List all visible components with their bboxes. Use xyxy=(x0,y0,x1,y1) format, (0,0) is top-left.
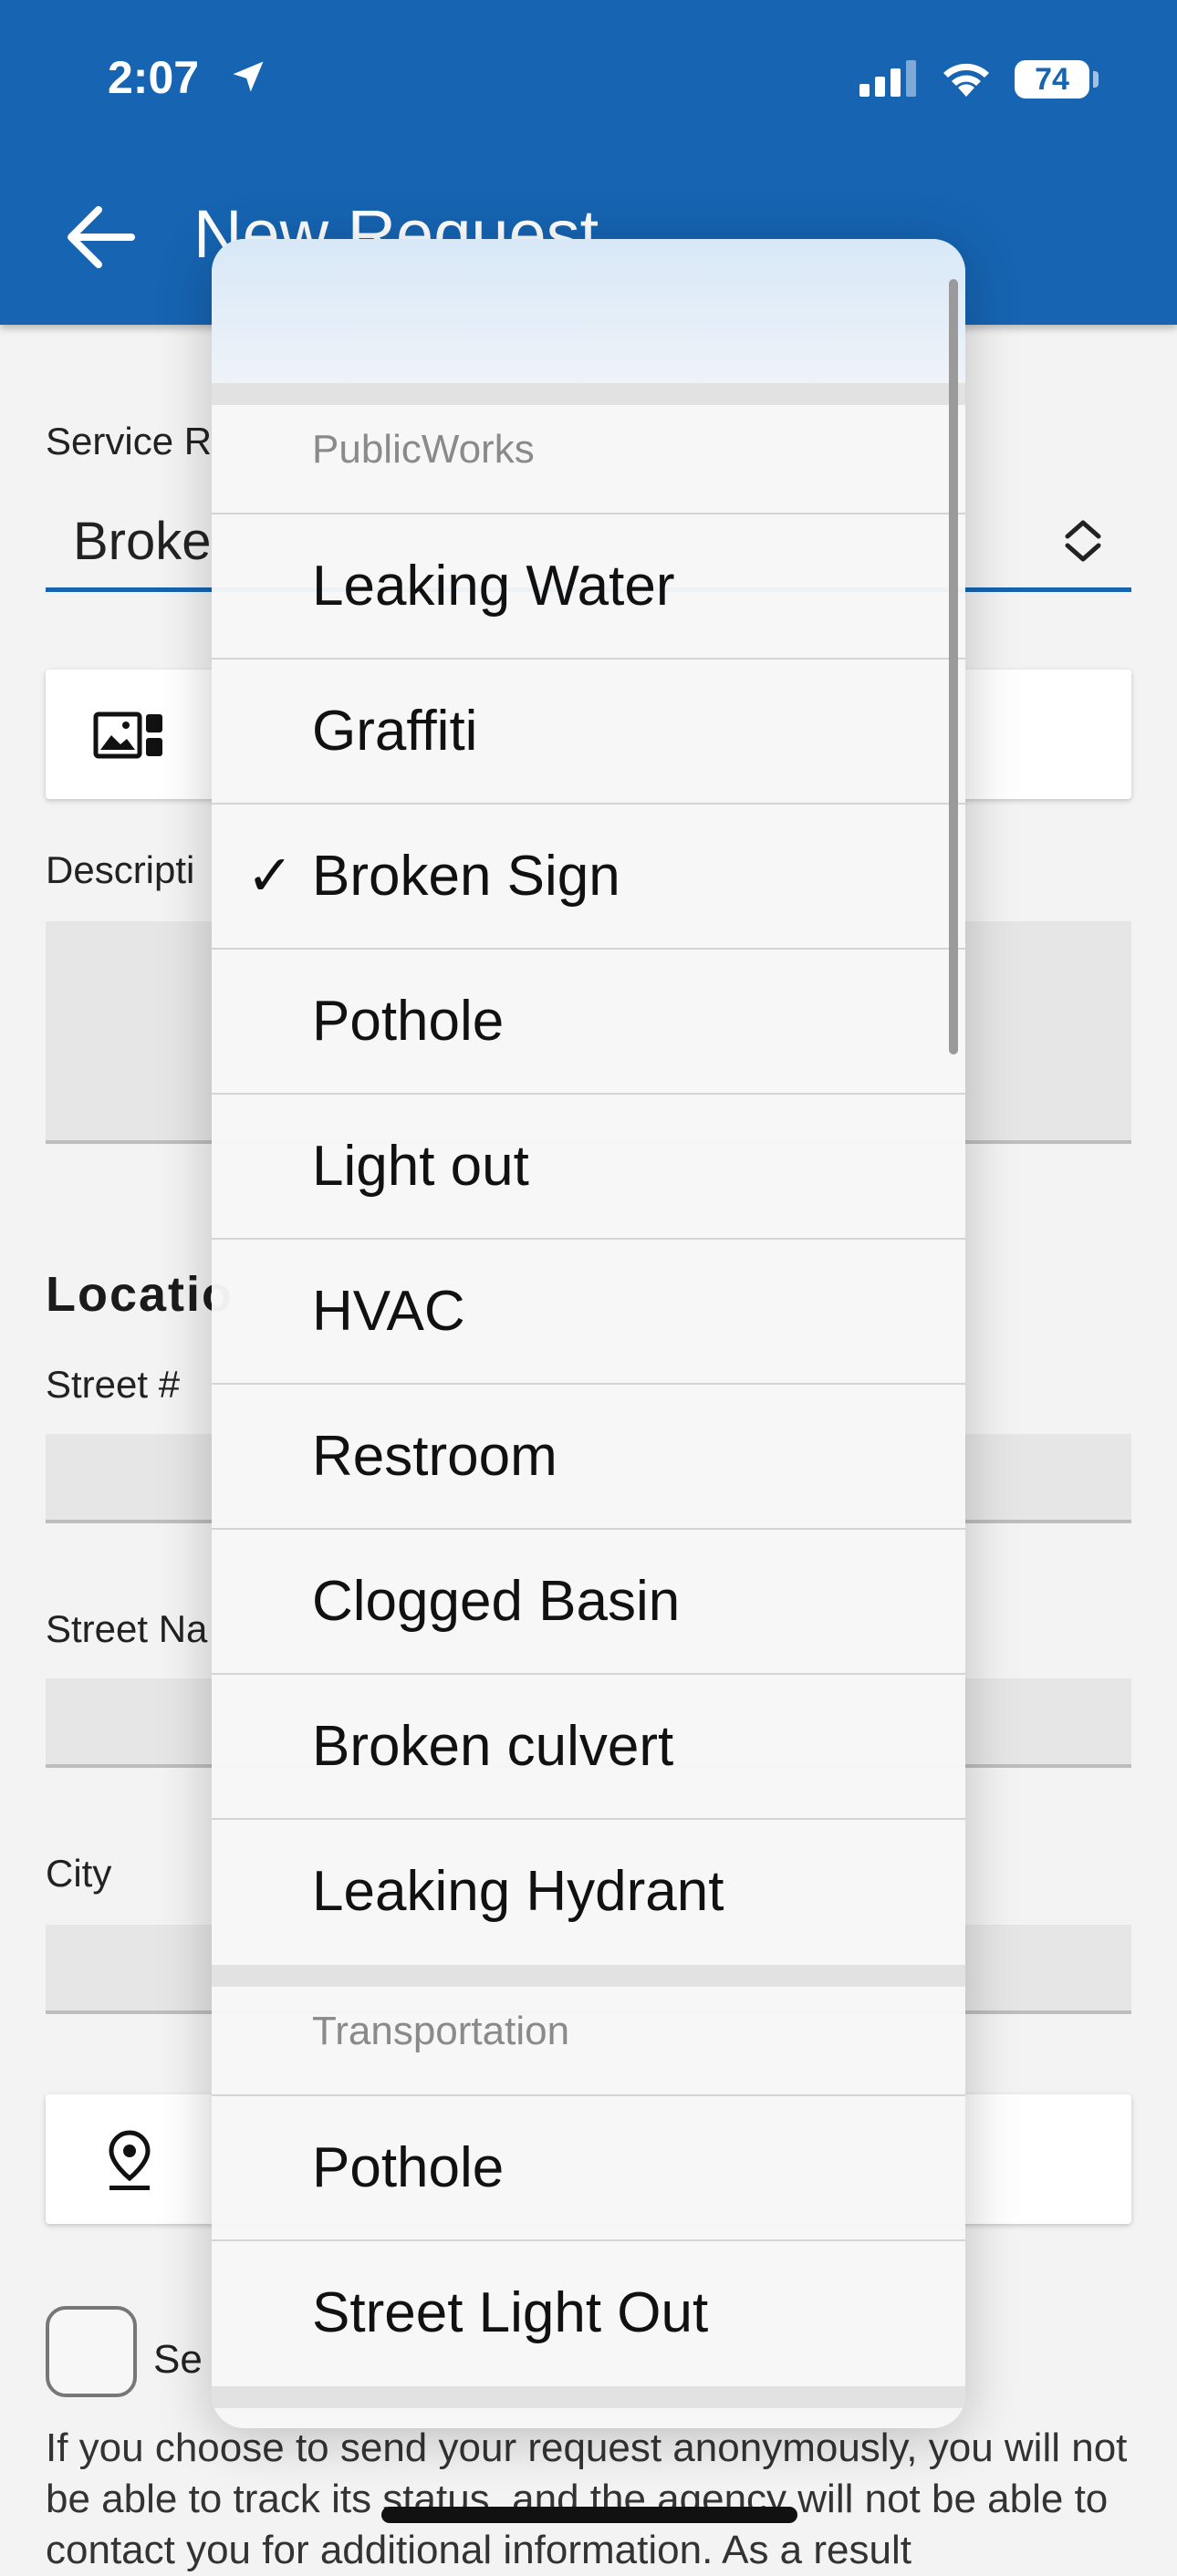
location-pin-icon xyxy=(109,2130,151,2190)
option-leaking-water[interactable]: Leaking Water xyxy=(212,514,965,660)
description-label: Descripti xyxy=(46,848,195,891)
service-request-label: Service R xyxy=(46,420,213,462)
group-separator xyxy=(212,2386,965,2408)
option-clogged-basin[interactable]: Clogged Basin xyxy=(212,1530,965,1675)
photo-gallery-icon xyxy=(93,712,162,759)
chevron-up-down-icon xyxy=(1065,520,1101,562)
checkmark-icon: ✓ xyxy=(246,845,294,908)
option-transportation-pothole[interactable]: Pothole xyxy=(212,2096,965,2241)
option-graffiti[interactable]: Graffiti xyxy=(212,660,965,805)
street-name-label: Street Na xyxy=(46,1607,208,1650)
battery-indicator: 74 xyxy=(1015,60,1089,99)
option-light-out[interactable]: Light out xyxy=(212,1095,965,1240)
option-broken-sign[interactable]: ✓ Broken Sign xyxy=(212,805,965,950)
location-arrow-icon xyxy=(233,61,264,92)
service-request-value: Broke xyxy=(73,512,212,571)
group-separator xyxy=(212,383,965,405)
option-broken-culvert[interactable]: Broken culvert xyxy=(212,1675,965,1820)
street-number-label: Street # xyxy=(46,1363,181,1406)
status-time: 2:07 xyxy=(108,52,200,103)
option-restroom[interactable]: Restroom xyxy=(212,1385,965,1530)
group-header-transportation: Transportation xyxy=(212,1987,965,2096)
back-arrow-icon[interactable] xyxy=(64,203,137,272)
service-type-dropdown[interactable]: PublicWorks Leaking Water Graffiti ✓ Bro… xyxy=(212,239,965,2428)
group-header-publicworks: PublicWorks xyxy=(212,405,965,514)
option-leaking-hydrant[interactable]: Leaking Hydrant xyxy=(212,1820,965,1965)
wifi-icon xyxy=(943,63,989,97)
send-anonymously-label: Se xyxy=(153,2337,203,2382)
dropdown-scrollbar[interactable] xyxy=(949,279,958,1054)
city-label: City xyxy=(46,1852,112,1895)
anonymous-disclaimer: If you choose to send your request anony… xyxy=(46,2425,1128,2572)
location-heading: Locatio xyxy=(46,1267,234,1322)
home-indicator[interactable] xyxy=(381,2507,797,2523)
option-pothole[interactable]: Pothole xyxy=(212,950,965,1095)
option-street-light-out[interactable]: Street Light Out xyxy=(212,2241,965,2386)
group-separator xyxy=(212,1965,965,1987)
send-anonymously-checkbox[interactable] xyxy=(46,2306,137,2397)
battery-nub xyxy=(1093,71,1099,88)
cellular-signal-icon xyxy=(859,60,916,97)
option-hvac[interactable]: HVAC xyxy=(212,1240,965,1385)
dropdown-top-area xyxy=(212,239,965,383)
